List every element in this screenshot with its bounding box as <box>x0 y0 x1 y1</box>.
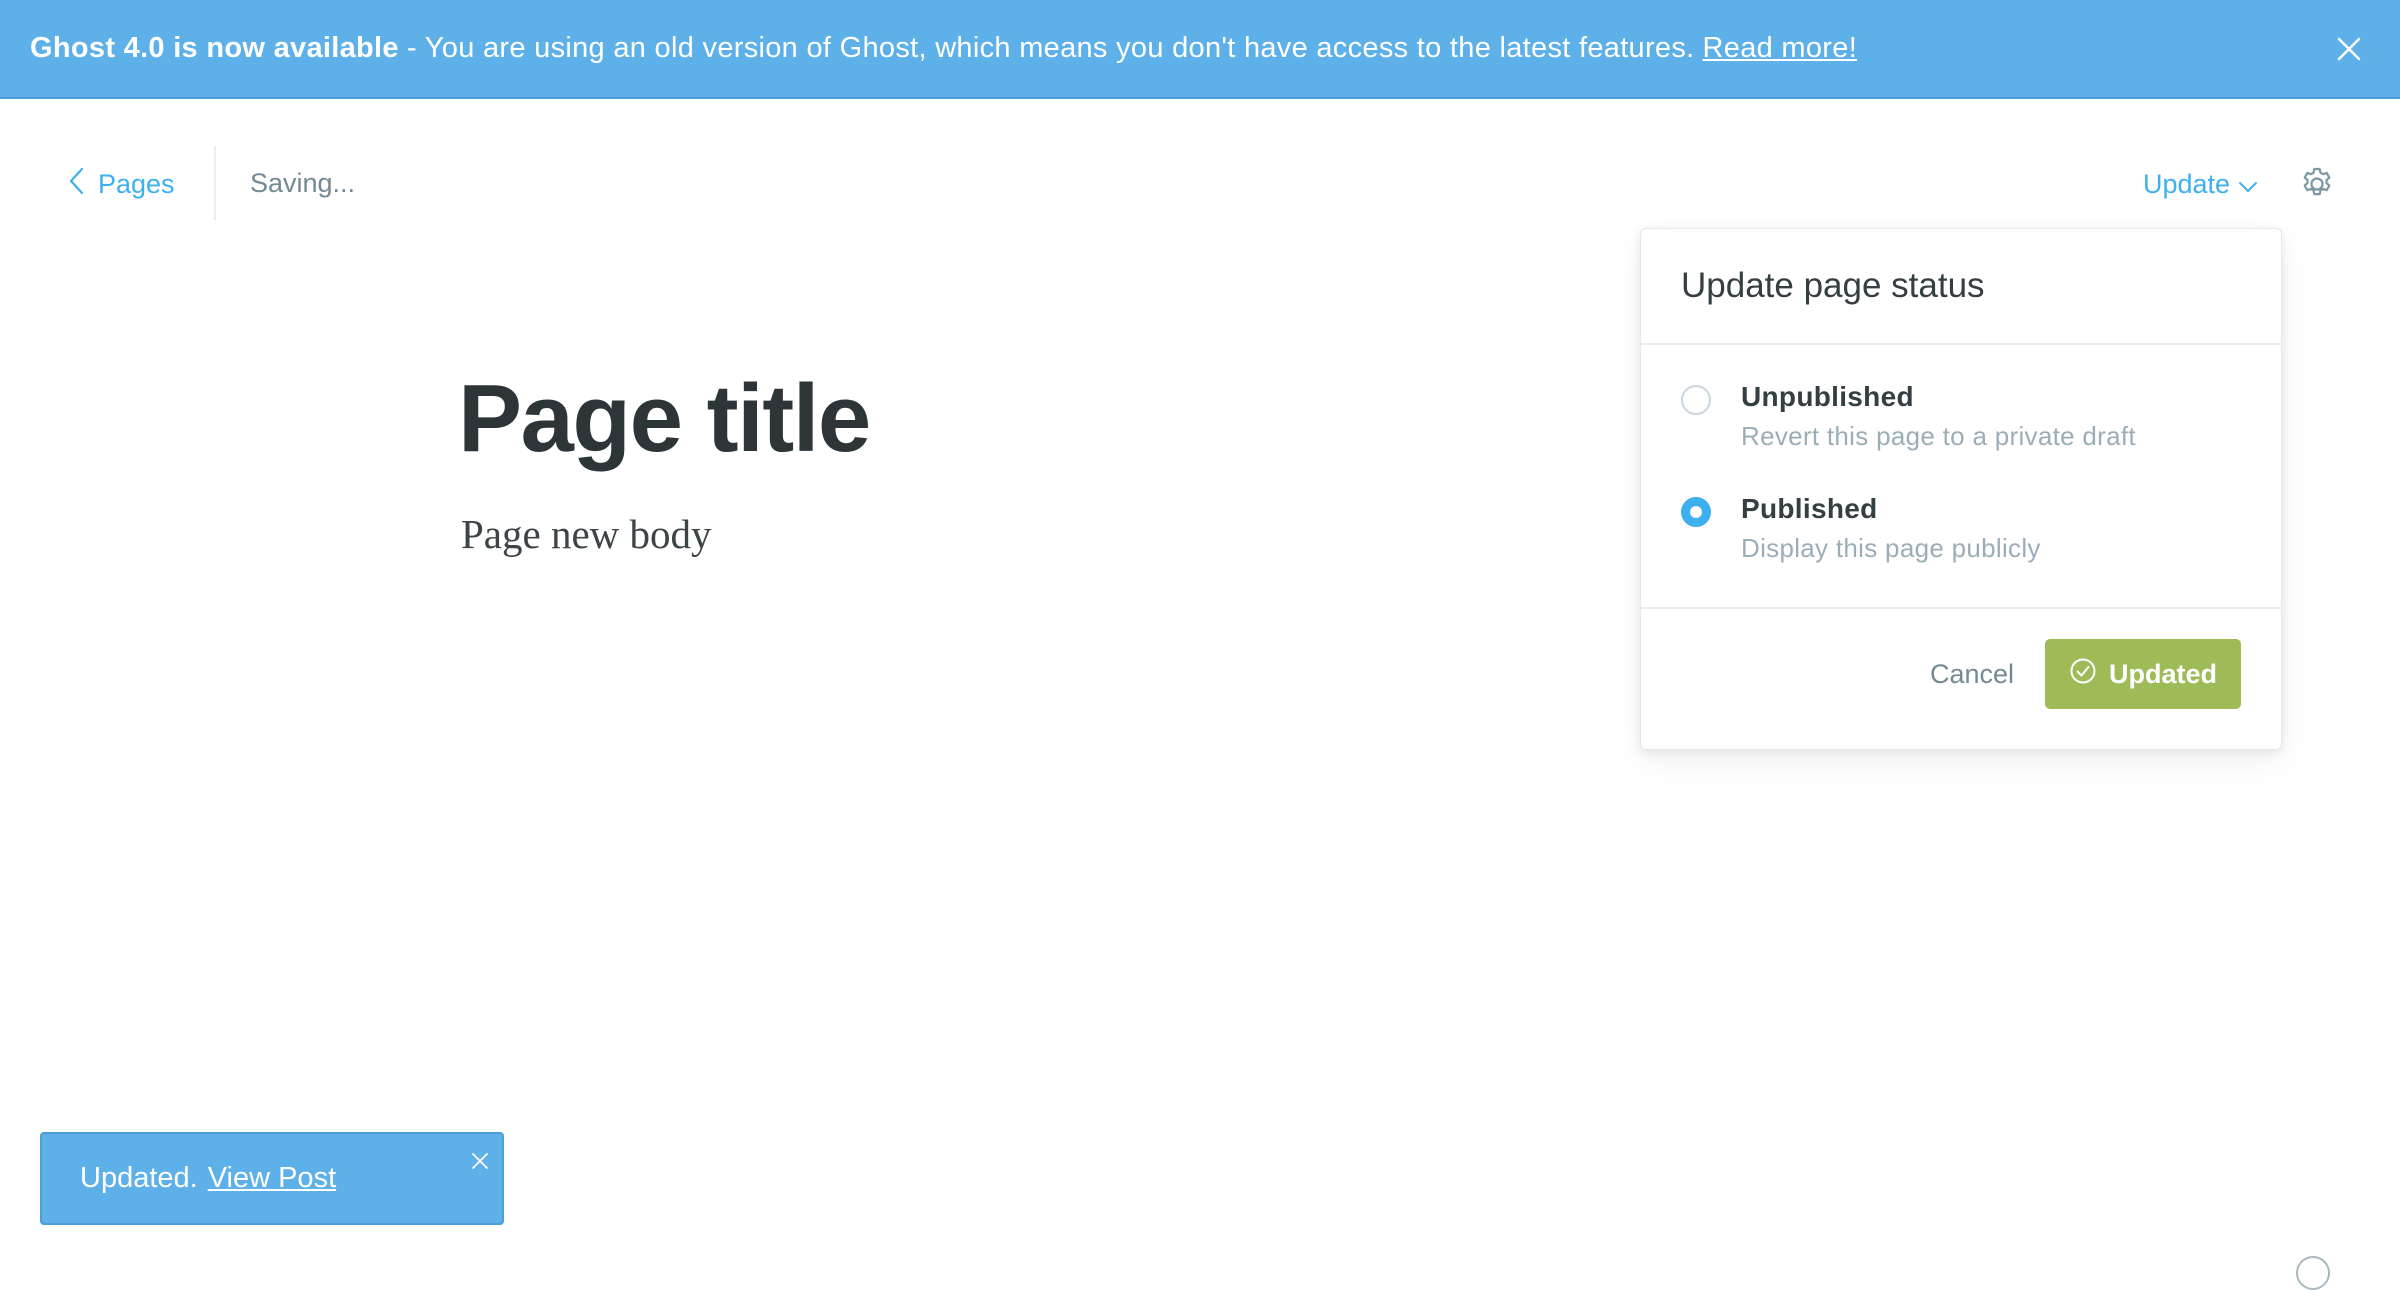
option-label: Unpublished <box>1741 381 1914 412</box>
unpublished-radio[interactable] <box>1681 385 1711 415</box>
option-description: Display this page publicly <box>1741 533 2041 563</box>
help-icon[interactable] <box>2296 1256 2330 1290</box>
panel-divider <box>1641 607 2281 609</box>
update-label: Update <box>2143 168 2231 199</box>
page-title-input[interactable]: Page title <box>458 364 871 474</box>
chevron-down-icon <box>2238 169 2258 200</box>
panel-heading: Update page status <box>1641 229 2281 345</box>
chevron-left-icon <box>68 167 84 202</box>
banner-separator: - <box>406 32 417 64</box>
header-divider <box>214 146 216 220</box>
toast-message: Updated. <box>80 1162 198 1194</box>
save-status: Saving... <box>250 168 356 198</box>
check-circle-icon <box>2069 657 2097 692</box>
upgrade-banner: Ghost 4.0 is now available - You are usi… <box>0 0 2400 99</box>
update-dropdown-trigger[interactable]: Update <box>2143 166 2258 202</box>
option-label: Published <box>1741 493 1878 524</box>
update-status-panel: Update page status Unpublished Revert th… <box>1640 228 2282 750</box>
banner-read-more-link[interactable]: Read more! <box>1703 32 1858 65</box>
banner-message: You are using an old version of Ghost, w… <box>424 32 1695 64</box>
back-link-label: Pages <box>98 168 175 199</box>
option-description: Revert this page to a private draft <box>1741 421 2136 451</box>
notification-toast: Updated. View Post <box>40 1132 504 1225</box>
page-body-editor[interactable]: Page new body <box>461 510 712 558</box>
banner-title: Ghost 4.0 is now available <box>30 32 399 64</box>
toast-close-icon[interactable] <box>470 1146 490 1169</box>
banner-close-icon[interactable] <box>2334 34 2364 64</box>
back-to-pages-link[interactable]: Pages <box>68 164 175 204</box>
gear-icon[interactable] <box>2298 165 2336 203</box>
published-radio[interactable] <box>1681 497 1711 527</box>
updated-button[interactable]: Updated <box>2045 639 2241 709</box>
updated-button-label: Updated <box>2109 658 2217 689</box>
cancel-button[interactable]: Cancel <box>1911 639 2033 709</box>
view-post-link[interactable]: View Post <box>208 1162 336 1195</box>
